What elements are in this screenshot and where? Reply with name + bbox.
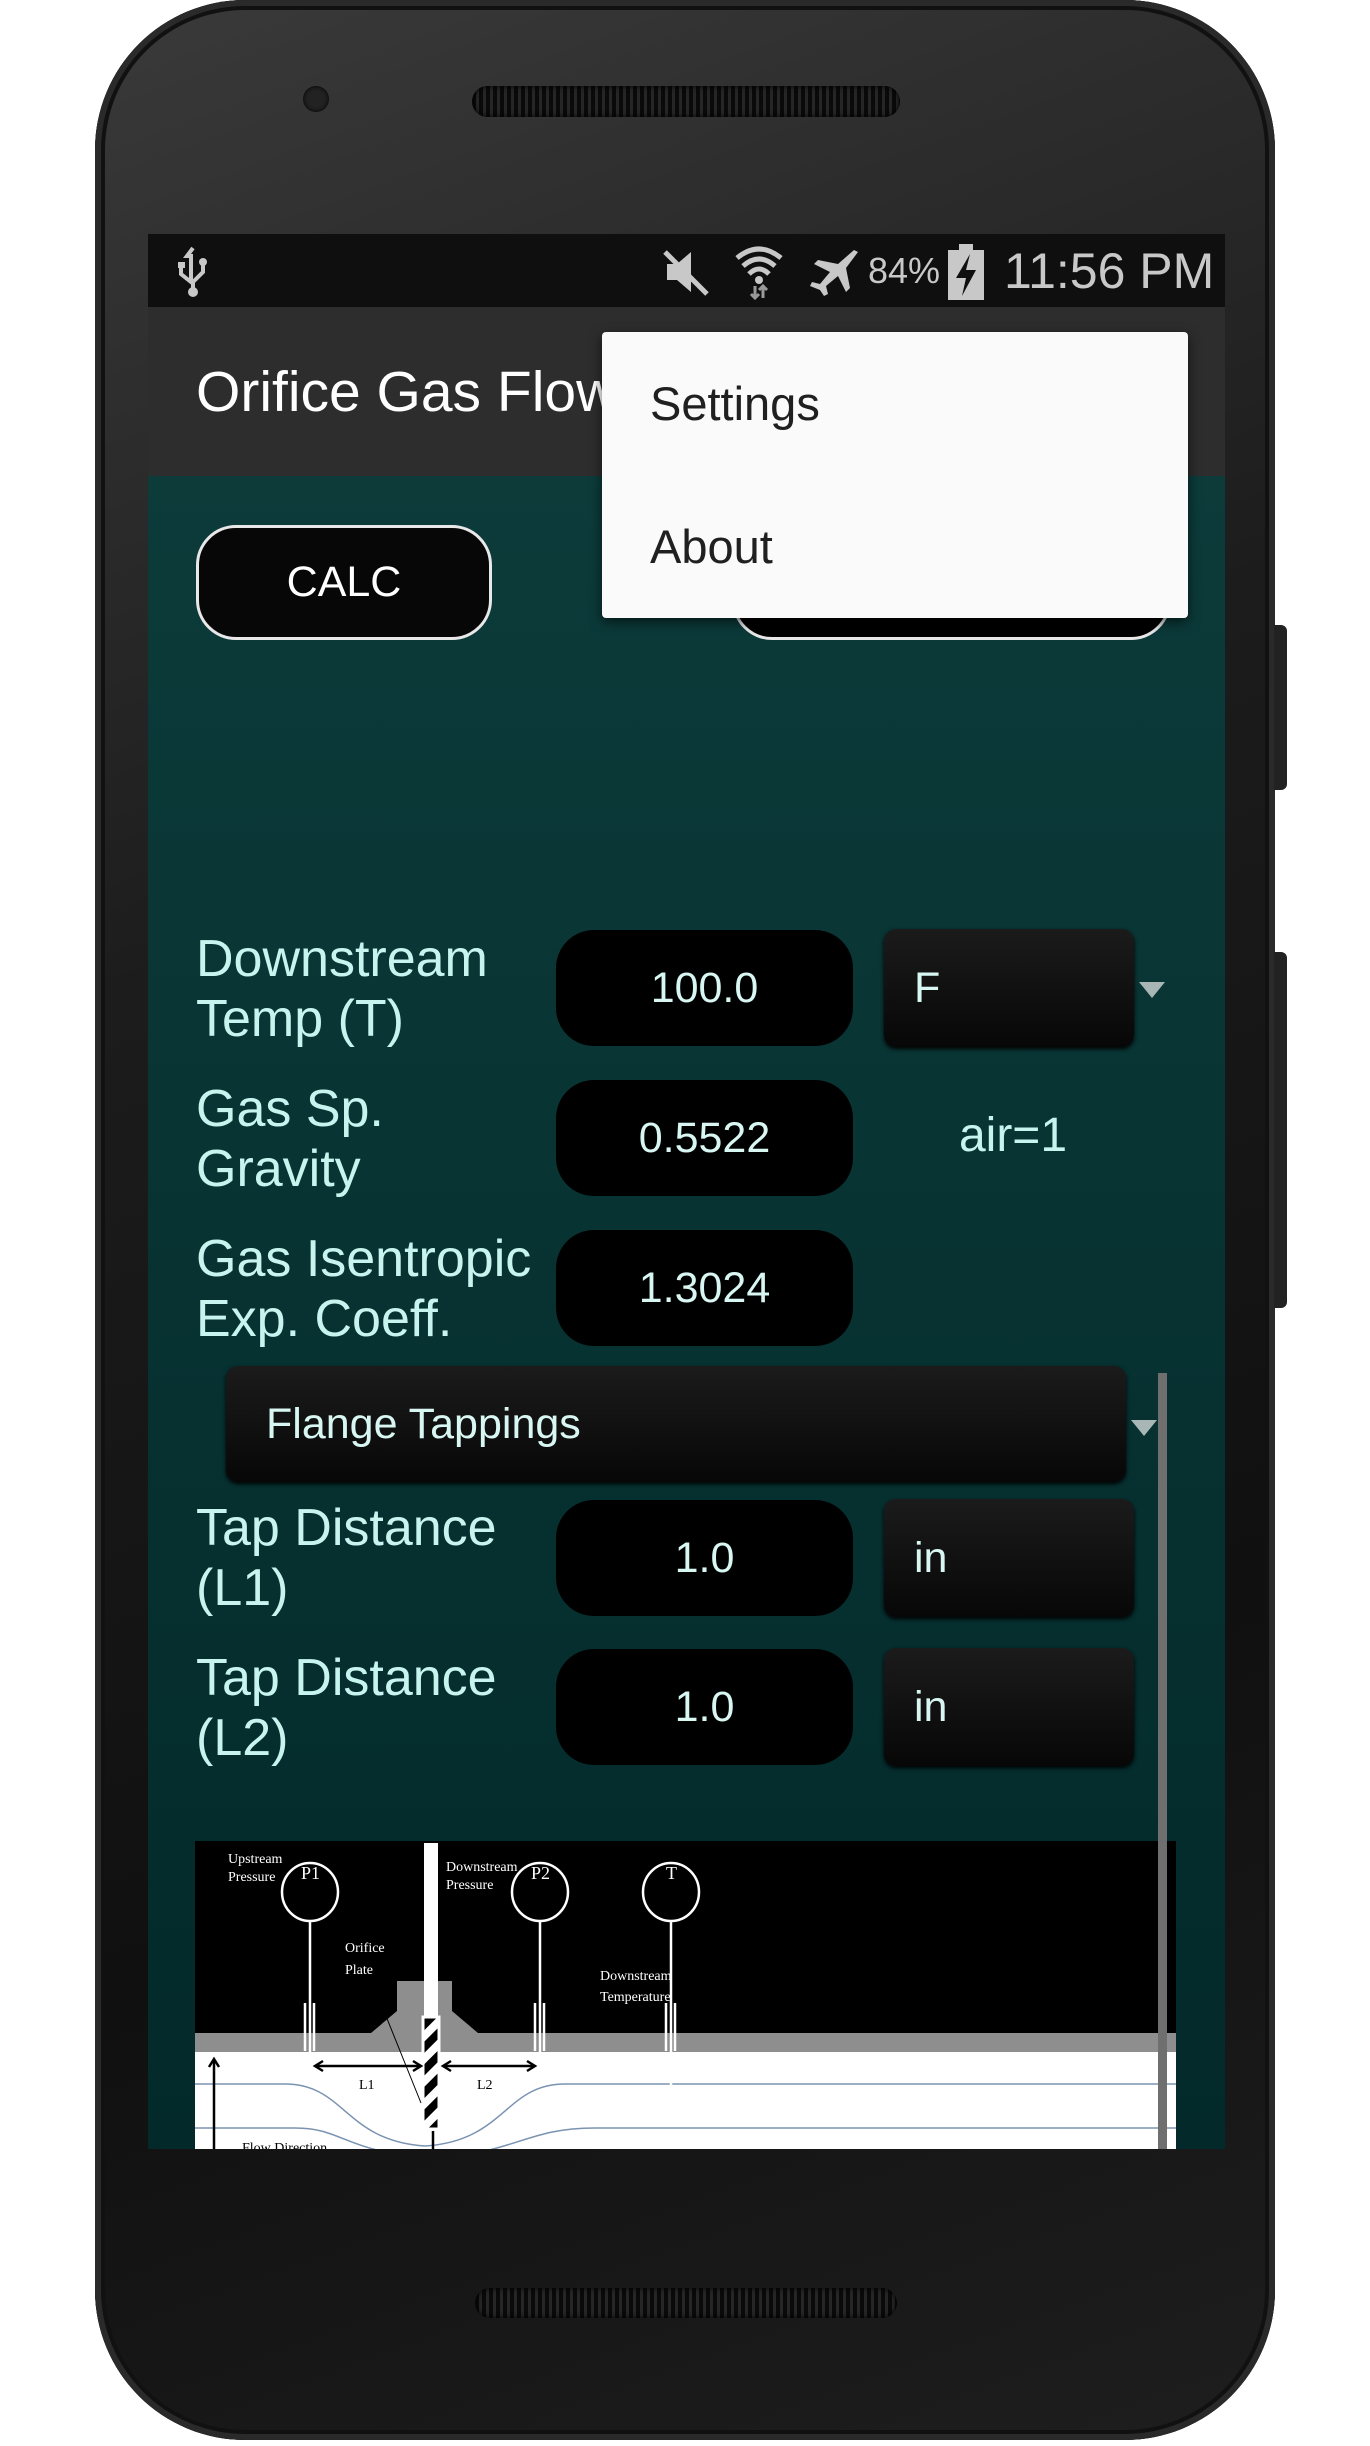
orifice-plate-upper (421, 2015, 441, 2131)
orifice-slot (424, 1843, 438, 2023)
dropdown-arrow-icon[interactable] (1139, 982, 1165, 998)
clock: 11:56 PM (1004, 243, 1215, 299)
gas-sp-gravity-input[interactable]: 0.5522 (556, 1080, 853, 1196)
gas-sp-gravity-label: Gas Sp. Gravity (196, 1079, 384, 1199)
scrollbar[interactable] (1158, 1373, 1167, 2149)
front-camera (303, 86, 329, 112)
l2-label: L2 (477, 2078, 493, 2093)
volume-button[interactable] (1274, 952, 1287, 1308)
label-line: Gas Sp. (196, 1080, 384, 1138)
tapping-type-select[interactable]: Flange Tappings (226, 1366, 1126, 1482)
status-bar: 84% 11:56 PM (148, 234, 1225, 307)
main-content: CALC Downstream Temp (T) 100.0 F Gas Sp. G… (148, 476, 1225, 2149)
label-line: (L2) (196, 1709, 289, 1767)
flow-direction-label: Flow Direction (242, 2141, 327, 2149)
l1-unit-select[interactable]: in (884, 1499, 1134, 1617)
app-title: Orifice Gas Flow (196, 360, 618, 424)
tap-distance-l1-label: Tap Distance (L1) (196, 1498, 497, 1618)
label-line: Gravity (196, 1140, 361, 1198)
label-line: Exp. Coeff. (196, 1290, 453, 1348)
battery-percent: 84% (868, 250, 941, 291)
mute-icon (663, 250, 709, 296)
orifice-flow-diagram: Upstream Pressure Downstream Pressure Or… (195, 1841, 1176, 2149)
temp-unit-select[interactable]: F (884, 929, 1134, 1047)
upstream-pressure-label: Pressure (228, 1870, 275, 1885)
p2-gauge-label: P2 (531, 1863, 550, 1883)
isentropic-coeff-label: Gas Isentropic Exp. Coeff. (196, 1229, 531, 1349)
air-reference-note: air=1 (958, 1109, 1068, 1162)
usb-icon (178, 246, 207, 297)
dropdown-arrow-icon[interactable] (1131, 1420, 1157, 1436)
downstream-temperature-label: Temperature (600, 1990, 671, 2005)
label-line: (L1) (196, 1559, 289, 1617)
orifice-plate-label: Orifice (345, 1941, 385, 1956)
menu-item-settings[interactable]: Settings (602, 332, 1188, 475)
tap-distance-l2-label: Tap Distance (L2) (196, 1648, 497, 1768)
airplane-icon (810, 250, 858, 296)
t-gauge-label: T (666, 1863, 677, 1883)
label-line: Temp (T) (196, 990, 404, 1048)
downstream-pressure-label: Pressure (446, 1878, 493, 1893)
overflow-menu: Settings About (602, 332, 1188, 618)
upstream-pressure-label: Upstream (228, 1852, 283, 1867)
label-line: Tap Distance (196, 1499, 497, 1557)
battery-charging-icon (948, 244, 984, 300)
label-line: Downstream (196, 930, 488, 988)
calc-button[interactable]: CALC (196, 525, 492, 640)
screen: 84% 11:56 PM Orifice Gas Flow CALC Downs… (148, 234, 1225, 2149)
isentropic-coeff-input[interactable]: 1.3024 (556, 1230, 853, 1346)
p1-gauge-label: P1 (301, 1863, 320, 1883)
tap-distance-l2-input[interactable]: 1.0 (556, 1649, 853, 1765)
menu-item-about[interactable]: About (602, 475, 1188, 618)
wifi-icon (735, 246, 783, 300)
downstream-temp-label: Downstream Temp (T) (196, 929, 488, 1049)
downstream-pressure-label: Downstream (446, 1860, 518, 1875)
label-line: Tap Distance (196, 1649, 497, 1707)
tap-distance-l1-input[interactable]: 1.0 (556, 1500, 853, 1616)
downstream-temperature-label: Downstream (600, 1969, 672, 1984)
l2-unit-select[interactable]: in (884, 1648, 1134, 1766)
bottom-speaker (475, 2288, 897, 2318)
power-button[interactable] (1274, 625, 1287, 790)
downstream-temp-input[interactable]: 100.0 (556, 930, 853, 1046)
l1-label: L1 (359, 2078, 375, 2093)
label-line: Gas Isentropic (196, 1230, 532, 1288)
earpiece-speaker (472, 86, 900, 117)
orifice-plate-label: Plate (345, 1963, 373, 1978)
